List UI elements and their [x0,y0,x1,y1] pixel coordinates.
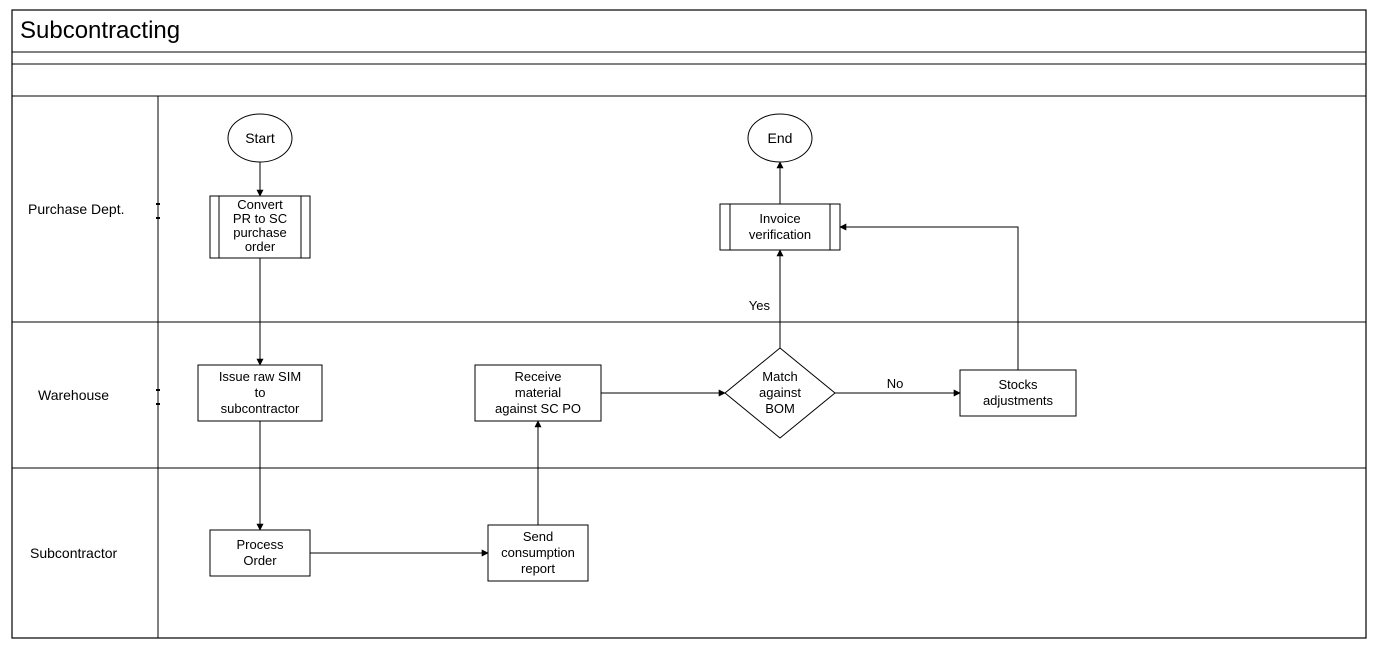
svg-text:Send: Send [523,529,553,544]
node-stocks-adjustments: Stocks adjustments [960,370,1076,416]
svg-text:Receive: Receive [515,369,562,384]
swimlane-diagram: Subcontracting Purchase Dept. Warehouse … [0,0,1378,651]
svg-text:consumption: consumption [501,545,575,560]
edge-label-yes: Yes [749,298,771,313]
svg-text:against: against [759,385,801,400]
lane-label-subcontractor: Subcontractor [30,545,117,561]
node-convert-pr: Convert PR to SC purchase order [210,196,310,258]
lane-label-warehouse: Warehouse [38,387,109,403]
svg-text:subcontractor: subcontractor [221,401,300,416]
svg-text:against SC PO: against SC PO [495,401,581,416]
svg-text:PR to SC: PR to SC [233,211,287,226]
svg-text:End: End [768,130,793,146]
svg-text:Process: Process [237,537,284,552]
svg-text:material: material [515,385,561,400]
edge-stocks-to-invoice [840,227,1018,370]
node-match-bom: Match against BOM [725,348,835,438]
svg-text:Invoice: Invoice [759,211,800,226]
svg-text:Convert: Convert [237,197,283,212]
edge-label-no: No [887,376,904,391]
node-receive-material: Receive material against SC PO [475,365,601,421]
diagram-title: Subcontracting [20,17,180,44]
svg-text:Order: Order [243,553,277,568]
svg-text:order: order [245,239,276,254]
svg-text:BOM: BOM [765,401,795,416]
start-terminator: Start [228,114,292,162]
svg-text:Issue raw SIM: Issue raw SIM [219,369,301,384]
svg-text:purchase: purchase [233,225,286,240]
svg-text:to: to [255,385,266,400]
node-invoice-verification: Invoice verification [720,204,840,250]
node-send-consumption-report: Send consumption report [488,525,588,581]
svg-text:Start: Start [245,130,275,146]
svg-text:Match: Match [762,369,797,384]
svg-text:verification: verification [749,227,811,242]
svg-text:adjustments: adjustments [983,393,1054,408]
svg-text:Stocks: Stocks [998,377,1038,392]
node-process-order: Process Order [210,530,310,576]
node-issue-raw-sim: Issue raw SIM to subcontractor [198,365,322,421]
end-terminator: End [748,114,812,162]
lane-label-purchase: Purchase Dept. [28,201,125,217]
svg-text:report: report [521,561,555,576]
